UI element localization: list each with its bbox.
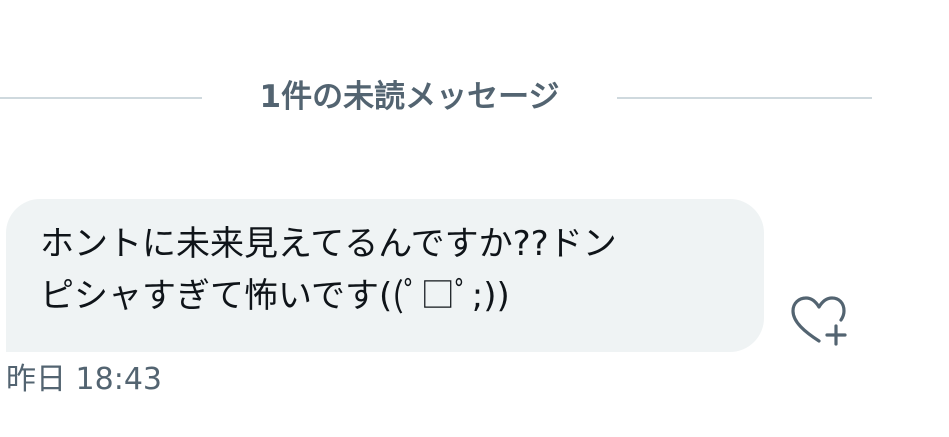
add-reaction-button[interactable] <box>786 292 850 350</box>
dm-conversation: 1件の未読メッセージ ホントに未来見えてるんですか??ドン ピシャすぎて怖いです… <box>0 0 949 437</box>
heart-plus-icon <box>791 296 847 346</box>
unread-divider: 1件の未読メッセージ <box>0 72 872 122</box>
divider-line-right <box>617 97 872 99</box>
divider-line-left <box>0 97 202 99</box>
unread-divider-label: 1件の未読メッセージ <box>259 79 560 115</box>
message-timestamp: 昨日 18:43 <box>6 362 162 397</box>
message-bubble[interactable]: ホントに未来見えてるんですか??ドン ピシャすぎて怖いです((ﾟ□ﾟ;)) <box>6 199 764 352</box>
